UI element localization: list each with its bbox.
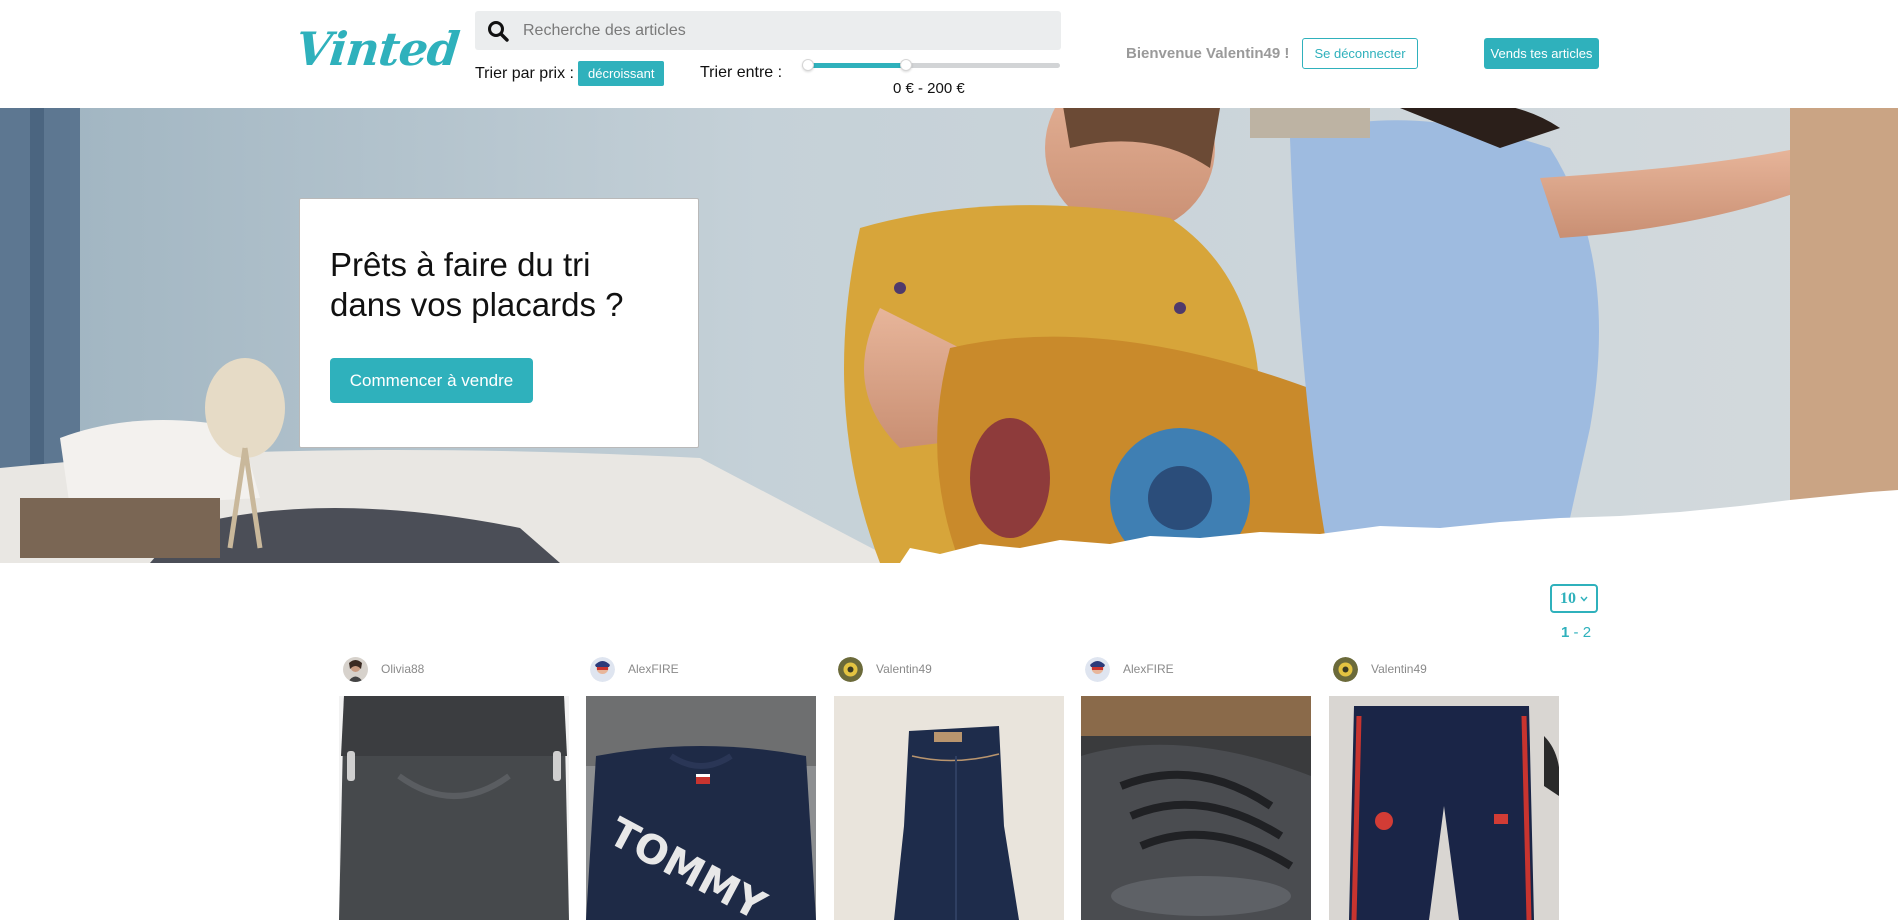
pants-photo[interactable]: [1329, 696, 1559, 920]
card-user[interactable]: Valentin49: [1329, 656, 1559, 682]
listing-card[interactable]: AlexFIRE: [1081, 656, 1311, 920]
page-link-2[interactable]: 2: [1583, 624, 1591, 641]
listing-card[interactable]: AlexFIRE TOMMY: [586, 656, 816, 920]
username: Olivia88: [381, 662, 425, 676]
card-user[interactable]: Valentin49: [834, 656, 1064, 682]
jeans-photo[interactable]: [834, 696, 1064, 920]
avatar: [590, 656, 615, 682]
sell-items-button[interactable]: Vends tes articles: [1484, 38, 1599, 69]
search-icon: [479, 11, 517, 50]
card-user[interactable]: Olivia88: [339, 656, 569, 682]
sort-price-toggle[interactable]: décroissant: [577, 61, 665, 86]
tshirt-photo[interactable]: TOMMY: [586, 696, 816, 920]
price-range-slider[interactable]: [802, 59, 1060, 71]
avatar: [838, 656, 863, 682]
hero-card: Prêts à faire du tri dans vos placards ?…: [299, 198, 699, 448]
items-per-page-select[interactable]: 10: [1550, 584, 1598, 613]
hero-title: Prêts à faire du tri dans vos placards ?: [330, 246, 624, 323]
search-bar: [475, 11, 1061, 50]
items-per-page-value: 10: [1560, 589, 1576, 607]
username: Valentin49: [876, 662, 932, 676]
hero-photo: [0, 108, 1898, 563]
range-handle-min[interactable]: [802, 59, 814, 71]
card-user[interactable]: AlexFIRE: [586, 656, 816, 682]
avatar: [343, 656, 368, 682]
header: Vinted Trier par prix : décroissant Trie…: [0, 0, 1898, 108]
avatar: [1333, 656, 1358, 682]
welcome-message: Bienvenue Valentin49 !: [1126, 45, 1290, 62]
logout-button[interactable]: Se déconnecter: [1302, 38, 1418, 69]
listing-card[interactable]: Valentin49: [1329, 656, 1559, 920]
price-range-label: Trier entre :: [700, 64, 783, 81]
skirt-photo[interactable]: [339, 696, 569, 920]
page-separator: -: [1573, 624, 1583, 641]
sort-by-price: Trier par prix : décroissant: [475, 61, 665, 86]
range-handle-max[interactable]: [900, 59, 913, 71]
username: AlexFIRE: [1123, 662, 1174, 676]
price-range-value: 0 € - 200 €: [893, 80, 965, 97]
search-input[interactable]: [517, 11, 1061, 50]
listing-card[interactable]: Olivia88: [339, 656, 569, 920]
avatar: [1085, 656, 1110, 682]
page-link-1[interactable]: 1: [1561, 624, 1569, 641]
sort-price-label: Trier par prix :: [475, 64, 574, 82]
start-selling-button[interactable]: Commencer à vendre: [330, 358, 533, 403]
range-fill: [808, 63, 907, 68]
pagination: 1 - 2: [1561, 624, 1591, 641]
username: Valentin49: [1371, 662, 1427, 676]
vinted-logo[interactable]: Vinted: [293, 22, 461, 76]
sneakers-photo[interactable]: [1081, 696, 1311, 920]
hero-banner: Prêts à faire du tri dans vos placards ?…: [0, 108, 1898, 563]
card-user[interactable]: AlexFIRE: [1081, 656, 1311, 682]
listing-card[interactable]: Valentin49: [834, 656, 1064, 920]
chevron-down-icon: [1580, 596, 1588, 602]
username: AlexFIRE: [628, 662, 679, 676]
